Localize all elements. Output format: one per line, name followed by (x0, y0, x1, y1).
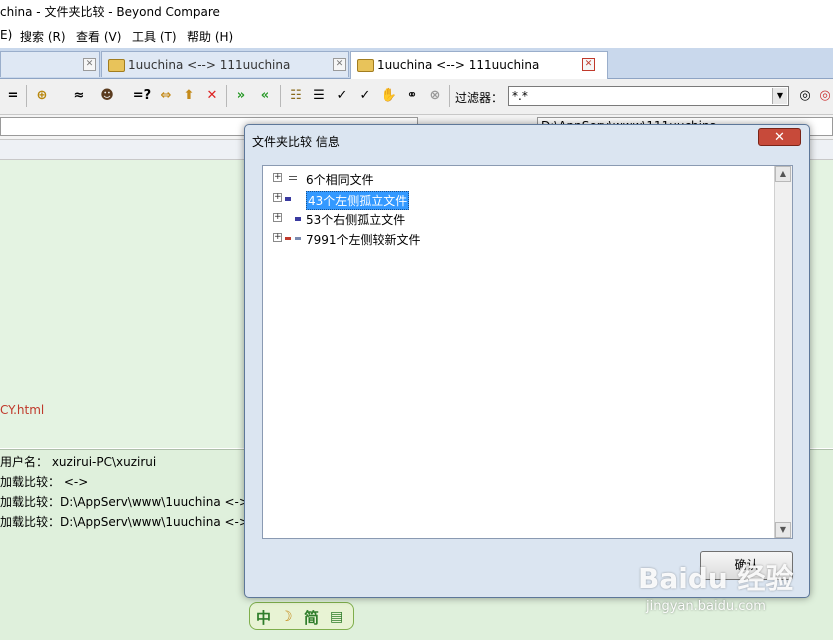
person-icon[interactable]: ☻ (98, 87, 116, 105)
baidu-watermark: Baidu 经验 jingyan.baidu.com (638, 557, 828, 627)
dialog-title: 文件夹比较 信息 (252, 135, 340, 149)
swap-icon[interactable]: ⇔ (157, 87, 175, 105)
filter-value: *.* (512, 89, 528, 103)
summary-tree[interactable]: + 6个相同文件 + 43个左侧孤立文件 + 53个右侧孤立文件 + 7991个… (262, 165, 793, 539)
menu-tools[interactable]: 工具 (T) (132, 28, 177, 45)
orphan-file-entry[interactable]: CY.html (0, 403, 44, 417)
tab-folder-compare-1[interactable]: 1uuchina <--> 111uuchina ✕ (101, 51, 349, 77)
log-line: 加载比较：D:\AppServ\www\1uuchina <-> (0, 495, 249, 509)
menu-edit[interactable]: E) (0, 28, 12, 42)
similar-icon[interactable]: ≈ (70, 87, 88, 105)
moon-icon: ☽ (280, 609, 293, 625)
folder-icon (108, 59, 125, 72)
tree-item-left-newer[interactable]: + 7991个左侧较新文件 (273, 230, 753, 247)
filter-input[interactable]: *.* ▼ (508, 86, 789, 106)
watermark-logo: Baidu 经验 (638, 562, 794, 595)
tree-item-label: 6个相同文件 (306, 173, 374, 187)
expand-icon[interactable]: ⊕ (33, 87, 51, 105)
toolbar-separator (449, 85, 450, 107)
toolbar-separator (26, 85, 27, 107)
ime-status-badge[interactable]: 中 ☽ 简 ▤ (249, 602, 354, 630)
delete-icon[interactable]: ✕ (203, 87, 221, 105)
toolbar-separator (226, 85, 227, 107)
tab-folder-compare-2[interactable]: 1uuchina <--> 111uuchina ✕ (350, 51, 608, 79)
glasses-off-icon[interactable]: ◎ (816, 87, 833, 105)
left-orphan-marker-icon (285, 197, 291, 201)
vertical-scrollbar[interactable]: ▲ ▼ (774, 166, 792, 538)
link-icon[interactable]: ⚭ (403, 87, 421, 105)
menu-bar: E) 搜索 (R) 查看 (V) 工具 (T) 帮助 (H) (0, 24, 833, 46)
log-line: 用户名： xuzirui-PC\xuzirui (0, 455, 157, 469)
watermark-url: jingyan.baidu.com (646, 599, 766, 614)
right-orphan-marker-icon (295, 217, 301, 221)
menu-search[interactable]: 搜索 (R) (20, 28, 66, 45)
menu-help[interactable]: 帮助 (H) (187, 28, 233, 45)
expand-icon[interactable]: + (273, 173, 282, 182)
tab-strip: ✕ 1uuchina <--> 111uuchina ✕ 1uuchina <-… (0, 48, 833, 79)
toolbar-separator (280, 85, 281, 107)
same-marker-icon (289, 176, 297, 180)
tree-item-right-orphans[interactable]: + 53个右侧孤立文件 (273, 210, 753, 227)
scroll-down-icon[interactable]: ▼ (775, 522, 791, 538)
window-titlebar: china - 文件夹比较 - Beyond Compare (0, 0, 833, 22)
expand-icon[interactable]: + (273, 233, 282, 242)
keyboard-icon: ▤ (330, 609, 344, 625)
tree-item-label: 43个左侧孤立文件 (306, 191, 410, 210)
ime-mode-label: 中 (256, 609, 272, 627)
tab-label: 1uuchina <--> 111uuchina (377, 58, 540, 72)
folder-compare-info-dialog: 文件夹比较 信息 ✕ + 6个相同文件 + 43个左侧孤立文件 + 53个右侧孤… (244, 124, 810, 598)
expand-icon[interactable]: + (273, 193, 282, 202)
window-title: china - 文件夹比较 - Beyond Compare (0, 5, 220, 19)
tab-label: 1uuchina <--> 111uuchina (128, 58, 291, 72)
close-icon[interactable]: ✕ (333, 58, 346, 71)
tree-item-left-orphans[interactable]: + 43个左侧孤立文件 (273, 190, 753, 210)
expand-icon[interactable]: + (273, 213, 282, 222)
copy-left-icon[interactable]: « (256, 87, 274, 105)
tree-item-label: 7991个左侧较新文件 (306, 233, 421, 247)
close-icon[interactable]: ✕ (582, 58, 595, 71)
list-icon[interactable]: ☰ (310, 87, 328, 105)
close-button[interactable]: ✕ (758, 128, 801, 146)
stop-icon[interactable]: ⊗ (426, 87, 444, 105)
compare-icon[interactable]: =? (131, 87, 153, 105)
copy-right-icon[interactable]: » (232, 87, 250, 105)
filter-label: 过滤器： (455, 91, 504, 105)
log-line: 加载比较：D:\AppServ\www\1uuchina <-> (0, 515, 249, 529)
log-line: 加载比较： <-> (0, 475, 89, 489)
checkmark-icon[interactable]: ✓ (333, 87, 351, 105)
ime-script-label: 简 (304, 609, 320, 627)
tree-item-same-files[interactable]: + 6个相同文件 (273, 170, 753, 187)
right-older-marker-icon (295, 237, 301, 240)
tab-stub[interactable]: ✕ (0, 51, 100, 77)
equal-icon[interactable]: = (4, 87, 22, 105)
touch-icon[interactable]: ✋ (380, 87, 398, 105)
chevron-down-icon[interactable]: ▼ (772, 88, 787, 104)
menu-view[interactable]: 查看 (V) (76, 28, 121, 45)
check-all-icon[interactable]: ✓ (356, 87, 374, 105)
scroll-up-icon[interactable]: ▲ (775, 166, 791, 182)
folder-icon (357, 59, 374, 72)
tree-item-label: 53个右侧孤立文件 (306, 213, 406, 227)
glasses-icon[interactable]: ◎ (796, 87, 814, 105)
left-newer-marker-icon (285, 237, 291, 240)
tree-icon[interactable]: ☷ (287, 87, 305, 105)
close-icon[interactable]: ✕ (83, 58, 96, 71)
folder-up-icon[interactable]: ⬆ (180, 87, 198, 105)
